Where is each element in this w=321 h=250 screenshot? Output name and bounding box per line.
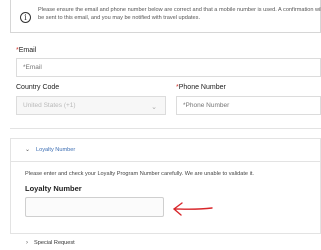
loyalty-divider [11,161,320,162]
special-request-toggle[interactable]: › Special Request [26,240,75,246]
email-field[interactable] [16,58,321,77]
contact-notice: i Please ensure the email and phone numb… [10,0,321,33]
chevron-right-icon: › [26,240,28,246]
chevron-down-icon: ⌄ [25,147,31,153]
section-divider [10,128,321,129]
loyalty-help-text: Please enter and check your Loyalty Prog… [25,171,254,177]
country-code-select[interactable]: United States (+1) ⌄ [16,96,166,115]
phone-field[interactable] [176,96,321,115]
loyalty-section: ⌄ Loyalty Number Please enter and check y… [10,138,321,234]
notice-text: Please ensure the email and phone number… [38,7,321,21]
loyalty-toggle[interactable]: ⌄ Loyalty Number [25,146,75,153]
info-icon: i [20,12,31,23]
annotation-arrow-icon [173,202,213,216]
country-code-value: United States (+1) [23,102,76,109]
email-label: *Email [16,47,37,54]
loyalty-number-label: Loyalty Number [25,184,82,193]
country-code-label: Country Code [16,84,60,91]
phone-label: *Phone Number [176,84,226,91]
loyalty-number-input[interactable] [25,197,164,217]
chevron-down-icon: ⌄ [151,104,157,111]
